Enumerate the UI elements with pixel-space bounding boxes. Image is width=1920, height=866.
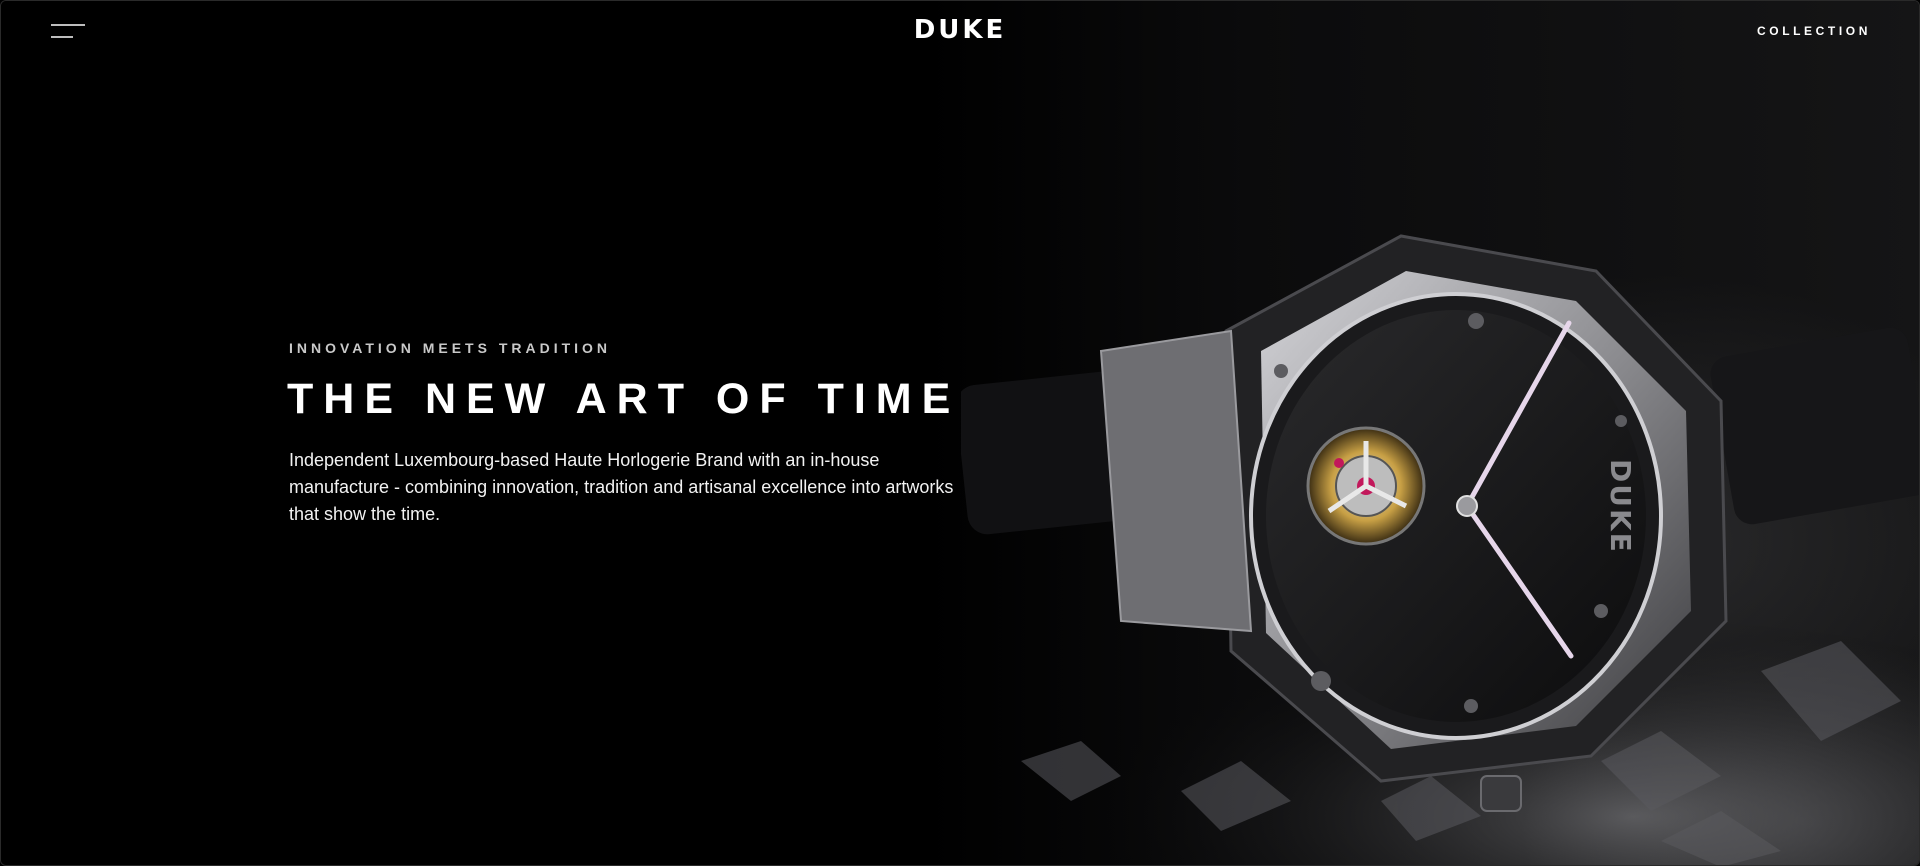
watch-hero-image: DUKE [961,234,1919,865]
hero-eyebrow: INNOVATION MEETS TRADITION [289,340,612,356]
hero-lead-line: Independent Luxembourg-based Haute Horlo… [289,450,880,470]
hero-headline: THE NEW ART OF TIME [287,375,961,423]
brand-logo[interactable]: DUKE [914,15,1007,45]
page-frame: DUKE DUKE COLLECTION INNOVATION MEETS TR… [0,0,1920,866]
dial-logo: DUKE [1604,459,1637,554]
hero-lead-line: that show the time. [289,504,441,524]
hamburger-menu-icon [51,24,85,26]
hamburger-menu-icon-line [51,36,73,38]
hero-lead: Independent Luxembourg-based Haute Horlo… [289,447,969,528]
nav-collection-link[interactable]: COLLECTION [1757,24,1871,38]
menu-toggle-button[interactable] [49,21,89,43]
hero-lead-line: manufacture - combining innovation, trad… [289,477,954,497]
